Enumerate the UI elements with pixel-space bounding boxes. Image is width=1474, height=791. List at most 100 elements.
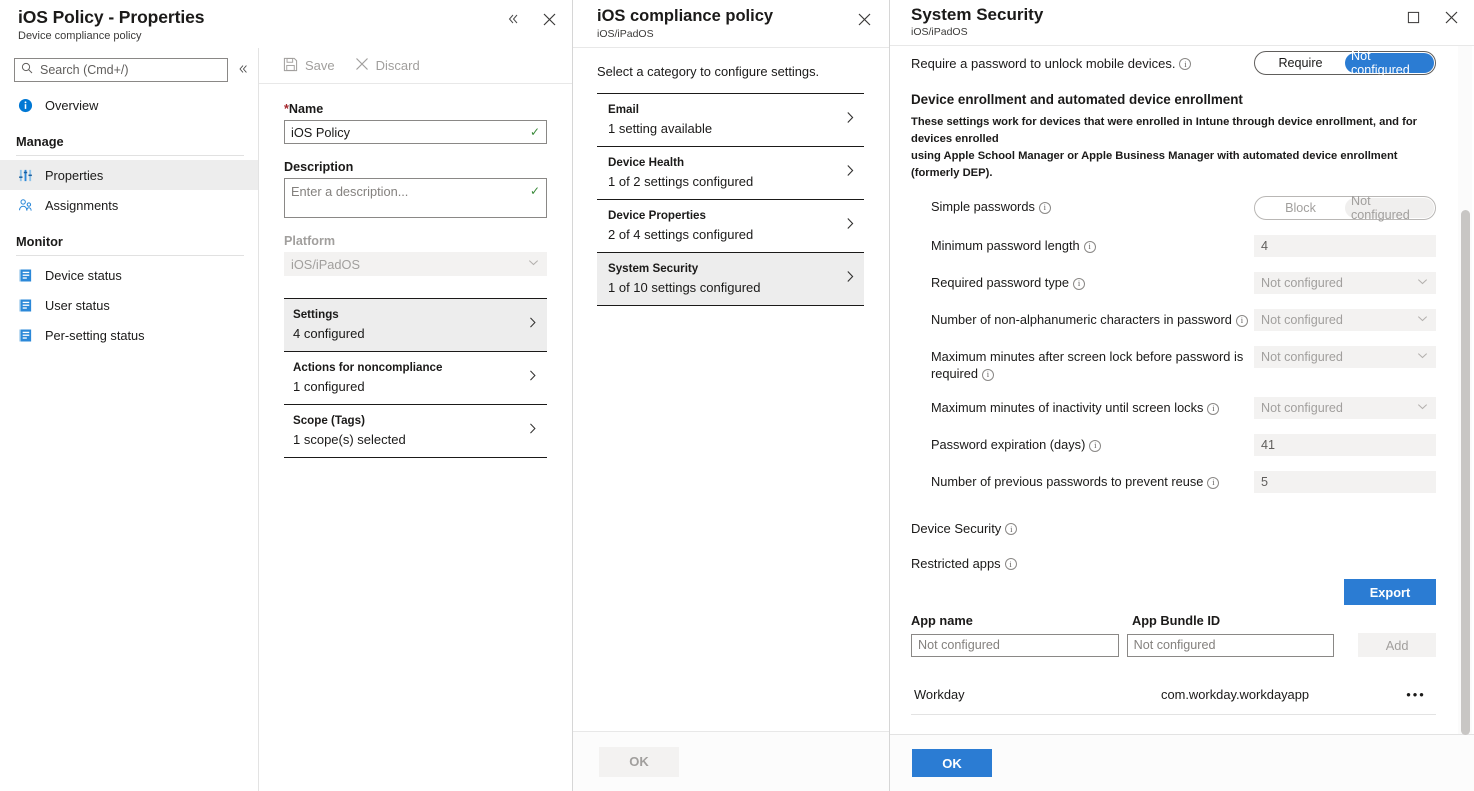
chevron-right-icon — [843, 164, 857, 183]
save-button[interactable]: Save — [283, 57, 335, 75]
sidebar-item-label: User status — [45, 298, 110, 313]
sidebar-item-label: Assignments — [45, 198, 118, 213]
table-header: App name App Bundle ID — [911, 613, 1436, 633]
nav-collapse-icon[interactable] — [234, 61, 252, 79]
require-password-label: Require a password to unlock mobile devi… — [911, 56, 1191, 71]
export-button[interactable]: Export — [1344, 579, 1436, 605]
setting-row-required-password-type: Required password typei Not configured — [931, 272, 1436, 294]
category-row-device-health[interactable]: Device Health 1 of 2 settings configured — [597, 147, 864, 200]
close-icon[interactable] — [853, 8, 875, 30]
stack-row-scope-tags[interactable]: Scope (Tags) 1 scope(s) selected — [284, 405, 547, 458]
info-icon[interactable]: i — [1039, 202, 1051, 214]
info-icon[interactable]: i — [1073, 278, 1085, 290]
setting-label-text: Minimum password length — [931, 238, 1080, 253]
discard-button[interactable]: Discard — [355, 57, 420, 74]
panel-subtitle: iOS/iPadOS — [597, 28, 889, 40]
properties-form: Save Discard *Name iOS Policy — [259, 48, 572, 791]
setting-label-text: Simple passwords — [931, 199, 1035, 214]
setting-label: Maximum minutes of inactivity until scre… — [931, 397, 1251, 416]
setting-control: Block Not configured — [1251, 196, 1436, 220]
required-password-type-select: Not configured — [1254, 272, 1436, 294]
field-value: 4 — [1261, 239, 1268, 253]
toggle-option-not-configured[interactable]: Not configured — [1345, 53, 1434, 73]
stack-row-settings[interactable]: Settings 4 configured — [284, 299, 547, 352]
field-value: Not configured — [1261, 350, 1343, 364]
info-icon[interactable]: i — [1179, 58, 1191, 70]
maximize-icon[interactable] — [1402, 6, 1424, 28]
vertical-scrollbar[interactable] — [1458, 46, 1472, 734]
simple-passwords-toggle: Block Not configured — [1254, 196, 1436, 220]
toggle-option-require[interactable]: Require — [1256, 53, 1345, 73]
field-gap — [284, 218, 547, 234]
name-label-text: Name — [289, 102, 323, 116]
close-icon[interactable] — [538, 8, 560, 30]
sidebar-item-per-setting-status[interactable]: Per-setting status — [0, 320, 258, 350]
category-row-email[interactable]: Email 1 setting available — [597, 94, 864, 147]
stack-row-value: 1 scope(s) selected — [293, 432, 547, 447]
info-icon[interactable]: i — [1005, 523, 1017, 535]
panel-title: System Security — [911, 4, 1474, 26]
setting-row-password-expiration: Password expiration (days)i 41 — [931, 434, 1436, 456]
export-row: Export — [911, 579, 1436, 605]
chevron-double-left-icon[interactable] — [502, 8, 524, 30]
new-app-row: Not configured Not configured Add — [911, 633, 1436, 657]
setting-label: Required password typei — [931, 272, 1251, 291]
sidebar-item-user-status[interactable]: User status — [0, 290, 258, 320]
platform-value: iOS/iPadOS — [291, 257, 360, 272]
platform-select: iOS/iPadOS — [284, 252, 547, 276]
require-password-toggle[interactable]: Require Not configured — [1254, 51, 1436, 75]
category-row-system-security[interactable]: System Security 1 of 10 settings configu… — [597, 253, 864, 306]
setting-row-simple-passwords: Simple passwords i Block Not configured — [931, 196, 1436, 220]
info-icon[interactable]: i — [1236, 315, 1248, 327]
close-icon[interactable] — [1440, 6, 1462, 28]
sliders-icon — [16, 166, 34, 184]
description-input[interactable]: Enter a description... ✓ — [284, 178, 547, 218]
sidebar-item-device-status[interactable]: Device status — [0, 260, 258, 290]
stack-row-title: Actions for noncompliance — [293, 361, 547, 374]
panel-subtitle: iOS/iPadOS — [911, 26, 1474, 38]
info-icon[interactable]: i — [1207, 477, 1219, 489]
info-circle-icon — [16, 96, 34, 114]
setting-control: Not configured — [1251, 309, 1436, 331]
non-alphanumeric-characters-select: Not configured — [1254, 309, 1436, 331]
setting-row-max-minutes-inactivity: Maximum minutes of inactivity until scre… — [931, 397, 1436, 419]
save-label: Save — [305, 58, 335, 73]
chevron-down-icon — [1416, 312, 1429, 328]
panel-header-actions — [1402, 6, 1462, 28]
ellipsis-icon[interactable]: ••• — [1396, 687, 1436, 702]
app-bundle-id-placeholder: Not configured — [1134, 638, 1216, 652]
app-bundle-id-input[interactable]: Not configured — [1127, 634, 1335, 657]
ok-button[interactable]: OK — [912, 749, 992, 777]
sidebar-item-assignments[interactable]: Assignments — [0, 190, 258, 220]
category-row-device-properties[interactable]: Device Properties 2 of 4 settings config… — [597, 200, 864, 253]
toggle-option-block: Block — [1256, 198, 1345, 218]
setting-control: Not configured — [1251, 397, 1436, 419]
chevron-down-icon — [527, 256, 540, 272]
info-icon[interactable]: i — [1084, 241, 1096, 253]
sidebar-item-properties[interactable]: Properties — [0, 160, 258, 190]
scrollbar-thumb[interactable] — [1461, 210, 1470, 735]
category-value: 1 setting available — [608, 121, 864, 136]
field-value: Not configured — [1261, 401, 1343, 415]
info-icon[interactable]: i — [1207, 403, 1219, 415]
compliance-policy-header: iOS compliance policy iOS/iPadOS — [573, 0, 889, 48]
ok-button[interactable]: OK — [599, 747, 679, 777]
setting-control: Not configured — [1251, 346, 1436, 368]
sidebar-item-overview[interactable]: Overview — [0, 90, 258, 120]
info-icon[interactable]: i — [1005, 558, 1017, 570]
setting-label: Password expiration (days)i — [931, 434, 1251, 453]
category-value: 1 of 2 settings configured — [608, 174, 864, 189]
search-input[interactable]: Search (Cmd+/) — [14, 58, 228, 82]
info-icon[interactable]: i — [982, 369, 994, 381]
info-icon[interactable]: i — [1089, 440, 1101, 452]
system-security-content: Require a password to unlock mobile devi… — [890, 46, 1474, 734]
setting-label: Number of non-alphanumeric characters in… — [931, 309, 1251, 328]
name-input[interactable]: iOS Policy ✓ — [284, 120, 547, 144]
system-security-footer: OK — [890, 734, 1474, 791]
app-name-input[interactable]: Not configured — [911, 634, 1119, 657]
chevron-down-icon — [1416, 400, 1429, 416]
add-button[interactable]: Add — [1358, 633, 1436, 657]
stack-row-actions-for-noncompliance[interactable]: Actions for noncompliance 1 configured — [284, 352, 547, 405]
setting-label-text: Number of previous passwords to prevent … — [931, 474, 1203, 489]
check-icon: ✓ — [530, 184, 540, 198]
